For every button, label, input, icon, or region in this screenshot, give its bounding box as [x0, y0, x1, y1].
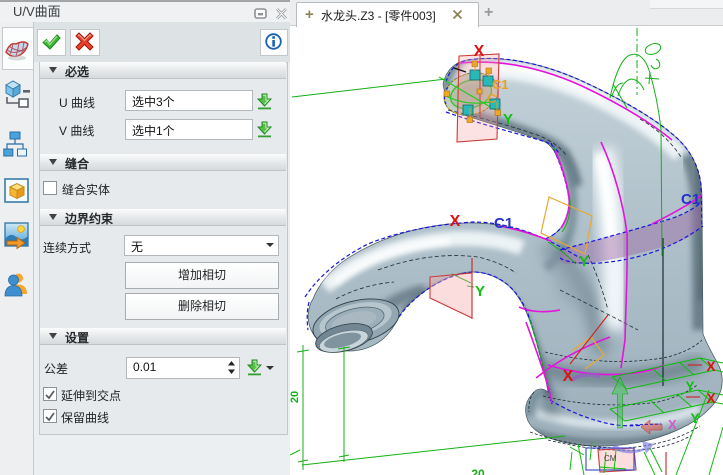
- svg-text:Y: Y: [579, 253, 589, 270]
- svg-text:X: X: [668, 417, 677, 432]
- svg-text:Y: Y: [475, 283, 485, 300]
- svg-text:CM: CM: [604, 454, 617, 463]
- svg-text:C1: C1: [681, 191, 700, 208]
- svg-text:X: X: [706, 359, 715, 374]
- svg-text:X: X: [450, 213, 461, 230]
- svg-text:C1: C1: [494, 215, 513, 232]
- svg-text:C: C: [487, 91, 497, 106]
- svg-text:Y: Y: [503, 111, 513, 128]
- svg-text:Y: Y: [690, 411, 699, 426]
- svg-text:20: 20: [471, 467, 485, 475]
- svg-text:X: X: [474, 43, 485, 60]
- svg-text:Y: Y: [685, 379, 694, 394]
- svg-text:X: X: [706, 391, 715, 406]
- svg-text:20: 20: [290, 391, 301, 403]
- svg-text:C1: C1: [492, 77, 509, 92]
- svg-text:X: X: [563, 368, 574, 385]
